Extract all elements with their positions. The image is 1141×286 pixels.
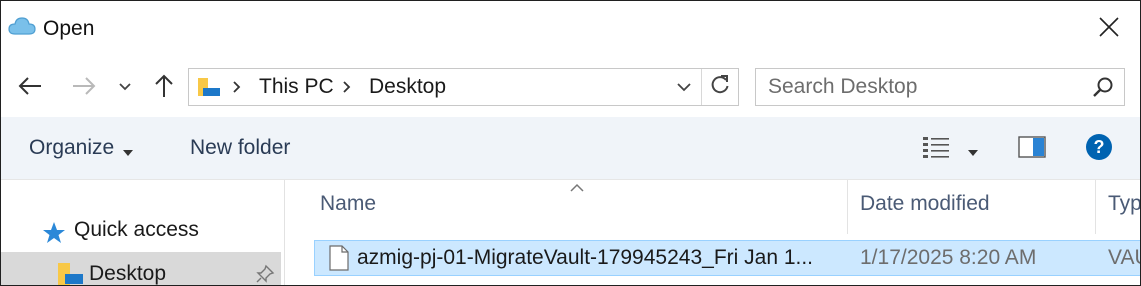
column-header-name[interactable]: Name <box>320 192 376 216</box>
help-icon[interactable]: ? <box>1084 132 1114 162</box>
search-box[interactable]: Search Desktop <box>755 68 1125 106</box>
view-options-caret-down-icon[interactable] <box>967 144 979 156</box>
svg-text:?: ? <box>1094 137 1105 157</box>
nav-item-label: Quick access <box>74 218 199 241</box>
recent-locations-button[interactable] <box>111 71 139 105</box>
close-button[interactable] <box>1078 1 1140 57</box>
file-icon <box>329 245 349 271</box>
nav-item-label: Desktop <box>89 262 167 285</box>
search-input[interactable]: Search Desktop <box>768 75 917 99</box>
navigation-pane: Quick access Desktop <box>1 180 285 285</box>
column-header-type[interactable]: Typ <box>1108 192 1140 216</box>
file-date-modified: 1/17/2025 8:20 AM <box>860 246 1037 269</box>
up-button[interactable] <box>147 71 181 105</box>
desktop-folder-icon <box>57 262 85 285</box>
new-folder-button[interactable]: New folder <box>190 136 290 160</box>
sort-ascending-chevron-up-icon <box>569 180 585 192</box>
breadcrumb-separator-icon[interactable] <box>339 77 355 97</box>
search-icon[interactable] <box>1092 76 1114 98</box>
close-icon <box>1098 16 1120 43</box>
chevron-down-icon <box>118 79 132 97</box>
open-dialog: Open This PC Desktop Search Desktop Orga… <box>0 0 1141 286</box>
back-button[interactable] <box>13 71 47 105</box>
breadcrumb-desktop[interactable]: Desktop <box>369 75 446 99</box>
forward-arrow-icon <box>71 76 97 101</box>
preview-pane-icon[interactable] <box>1017 135 1047 159</box>
address-bar[interactable]: This PC Desktop <box>188 68 739 106</box>
details-view-icon[interactable] <box>921 134 951 160</box>
file-row[interactable]: azmig-pj-01-MigrateVault-179945243_Fri J… <box>314 240 1140 276</box>
breadcrumb-this-pc[interactable]: This PC <box>259 75 334 99</box>
pin-icon[interactable] <box>255 264 275 284</box>
nav-item-desktop[interactable]: Desktop <box>1 252 281 285</box>
title-bar: Open <box>1 1 1140 57</box>
column-divider[interactable] <box>1095 180 1096 234</box>
star-icon <box>41 220 67 246</box>
caret-down-icon[interactable] <box>123 144 133 156</box>
cloud-icon <box>7 14 37 38</box>
navigation-bar: This PC Desktop Search Desktop <box>1 59 1140 115</box>
command-bar: Organize New folder ? <box>1 117 1140 180</box>
breadcrumb-separator-icon[interactable] <box>229 77 245 97</box>
file-type: VAU <box>1108 246 1140 269</box>
back-arrow-icon <box>17 76 43 101</box>
this-pc-icon <box>197 76 221 98</box>
column-header-date-modified[interactable]: Date modified <box>860 192 990 216</box>
up-arrow-icon <box>153 73 175 104</box>
file-name: azmig-pj-01-MigrateVault-179945243_Fri J… <box>357 246 814 269</box>
nav-item-quick-access[interactable]: Quick access <box>1 213 284 249</box>
address-history-chevron-down-icon[interactable] <box>673 76 695 98</box>
refresh-button[interactable] <box>701 69 738 105</box>
forward-button[interactable] <box>67 71 101 105</box>
file-list: Name Date modified Typ azmig-pj-01-Migra… <box>285 180 1140 285</box>
organize-button[interactable]: Organize <box>29 136 114 160</box>
refresh-icon <box>709 74 731 101</box>
dialog-title: Open <box>43 17 95 40</box>
column-divider[interactable] <box>847 180 848 234</box>
